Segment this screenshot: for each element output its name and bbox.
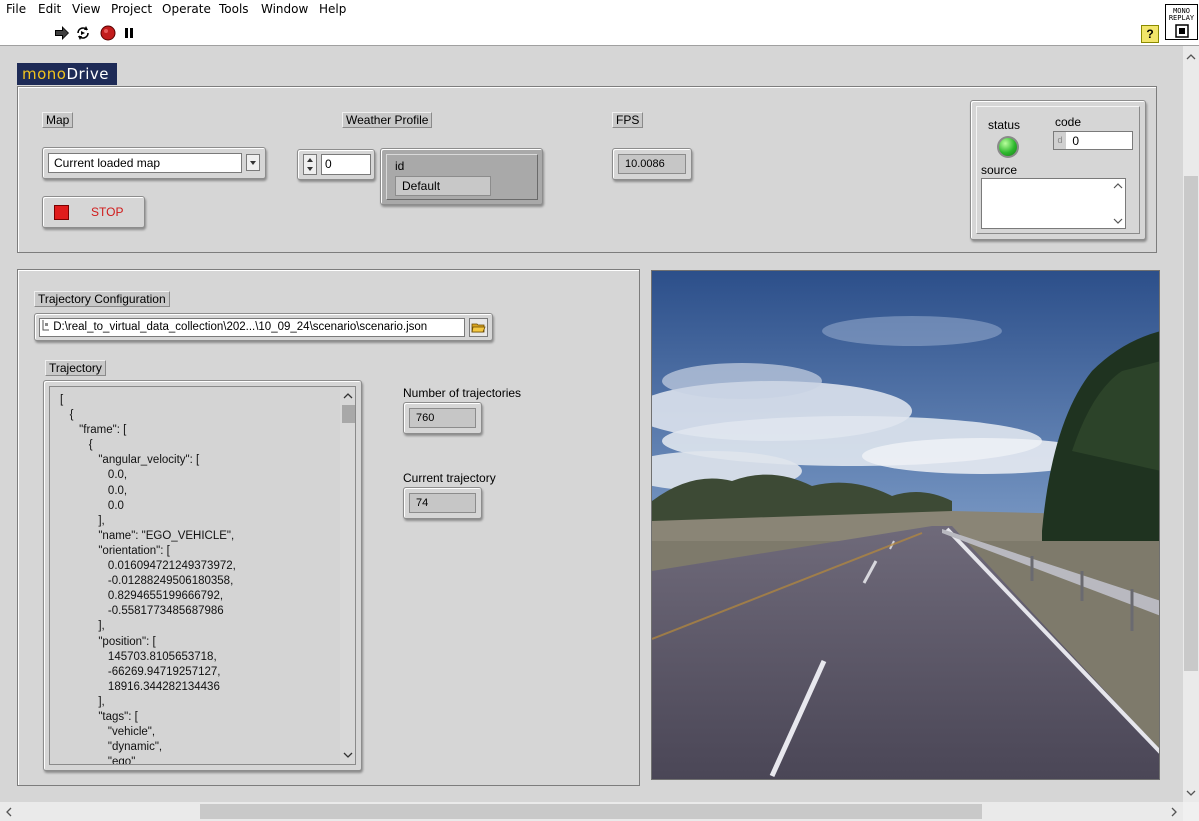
weather-index-control: 0: [297, 149, 375, 180]
menu-project[interactable]: Project: [111, 2, 152, 16]
source-textbox[interactable]: [981, 178, 1126, 229]
scroll-corner: [1183, 802, 1199, 821]
toolbar: [0, 20, 1199, 46]
status-label: status: [988, 118, 1021, 132]
num-trajectories-label: Number of trajectories: [403, 386, 522, 400]
fps-value: 10.0086: [618, 154, 686, 174]
scroll-down-icon[interactable]: [1183, 786, 1199, 800]
trajectory-frame: Trajectory Configuration D:\real_to_virt…: [17, 269, 640, 786]
trajectory-string-frame: [ { "frame": [ { "angular_velocity": [ 0…: [43, 380, 362, 771]
window-hscroll-thumb[interactable]: [200, 804, 982, 819]
map-label: Map: [42, 112, 74, 128]
current-trajectory-label: Current trajectory: [403, 471, 496, 485]
folder-open-icon: [471, 323, 486, 333]
scroll-up-icon[interactable]: [340, 388, 356, 404]
num-trajectories-frame: 760: [403, 402, 482, 434]
abort-stop-icon[interactable]: [100, 25, 116, 41]
chevron-down-icon: [250, 161, 256, 165]
status-led-icon: [999, 138, 1017, 156]
current-trajectory-value: 74: [409, 493, 476, 513]
error-cluster-inner: status code d 0 source: [976, 106, 1140, 234]
browse-button[interactable]: [469, 318, 488, 337]
front-panel: monoDrive Map Current loaded map STOP We…: [0, 46, 1183, 802]
path-control: D:\real_to_virtual_data_collection\202..…: [34, 313, 493, 341]
menu-window[interactable]: Window: [261, 2, 308, 16]
code-radix: d: [1054, 132, 1066, 149]
path-type-icon: [42, 320, 49, 331]
trajectory-scroll-thumb[interactable]: [342, 405, 355, 423]
monodrive-brand-tab: monoDrive: [17, 63, 117, 85]
window-horizontal-scrollbar[interactable]: [0, 802, 1183, 821]
pause-icon[interactable]: [121, 25, 137, 41]
weather-profile-label: Weather Profile: [342, 112, 433, 128]
stop-light-icon: [54, 205, 69, 220]
scroll-left-icon[interactable]: [2, 804, 16, 820]
menu-edit[interactable]: Edit: [38, 2, 61, 16]
camera-image: [652, 271, 1159, 779]
scroll-up-icon[interactable]: [1183, 50, 1199, 64]
menu-operate[interactable]: Operate: [162, 2, 211, 16]
num-trajectories-value: 760: [409, 408, 476, 428]
menu-help[interactable]: Help: [319, 2, 346, 16]
weather-id-value[interactable]: Default: [395, 176, 491, 196]
map-selector: Current loaded map: [42, 147, 266, 179]
code-label: code: [1055, 115, 1082, 129]
menu-tools[interactable]: Tools: [219, 2, 249, 16]
run-continuously-icon[interactable]: [75, 25, 91, 41]
window-vscroll-thumb[interactable]: [1184, 176, 1198, 671]
brand-mono: mono: [22, 65, 67, 83]
scroll-right-icon[interactable]: [1167, 804, 1181, 820]
status-led-bezel: [997, 136, 1019, 158]
source-label: source: [981, 163, 1018, 177]
weather-array-element: id Default: [380, 148, 543, 205]
index-stepper[interactable]: [303, 154, 317, 175]
trajectory-textbox[interactable]: [ { "frame": [ { "angular_velocity": [ 0…: [49, 386, 356, 765]
trajectory-json-text: [ { "frame": [ { "angular_velocity": [ 0…: [60, 394, 236, 765]
weather-id-label: id: [395, 159, 405, 173]
map-dropdown-button[interactable]: [246, 154, 260, 171]
menu-view[interactable]: View: [72, 2, 100, 16]
menu-file[interactable]: File: [6, 2, 26, 16]
logo-symbol-icon: [1174, 24, 1189, 38]
scroll-down-icon[interactable]: [340, 747, 356, 763]
logo-line-2: REPLAY: [1168, 14, 1195, 22]
camera-image-display: [651, 270, 1160, 780]
scenario-path-input[interactable]: D:\real_to_virtual_data_collection\202..…: [39, 318, 465, 337]
fps-indicator-frame: 10.0086: [612, 148, 692, 180]
mono-replay-logo: MONO REPLAY: [1165, 4, 1198, 40]
source-scrollbar[interactable]: [1111, 179, 1125, 228]
context-help-icon[interactable]: ?: [1141, 25, 1159, 43]
trajectory-scrollbar[interactable]: [340, 387, 356, 764]
window-vertical-scrollbar[interactable]: [1183, 46, 1199, 802]
current-trajectory-frame: 74: [403, 487, 482, 519]
increment-decrement-icon: [307, 158, 313, 171]
fps-label: FPS: [612, 112, 644, 128]
run-arrow-icon[interactable]: [54, 25, 70, 41]
stop-button-label: STOP: [91, 205, 124, 219]
menu-bar: File Edit View Project Operate Tools Win…: [0, 0, 1199, 20]
trajectory-label: Trajectory: [45, 360, 106, 376]
code-value: 0: [1072, 134, 1080, 148]
code-field[interactable]: d 0: [1053, 131, 1133, 150]
weather-cluster: id Default: [386, 154, 538, 200]
brand-drive: Drive: [66, 65, 109, 83]
error-cluster: status code d 0 source: [970, 100, 1146, 240]
stop-button[interactable]: STOP: [42, 196, 145, 228]
scenario-path-text: D:\real_to_virtual_data_collection\202..…: [53, 321, 428, 333]
trajectory-config-label: Trajectory Configuration: [34, 291, 170, 307]
weather-index-input[interactable]: 0: [321, 154, 371, 175]
map-dropdown[interactable]: Current loaded map: [48, 153, 242, 173]
controls-frame: Map Current loaded map STOP Weather Prof…: [17, 86, 1157, 253]
